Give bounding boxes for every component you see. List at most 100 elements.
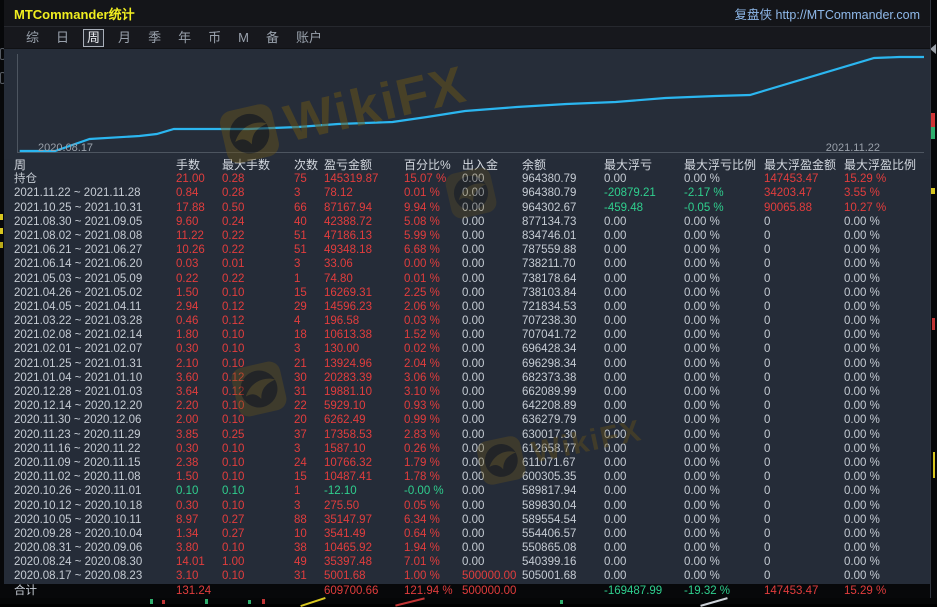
- brand-link[interactable]: 复盘侠 http://MTCommander.com: [735, 4, 920, 23]
- table-cell: -19.32 %: [684, 584, 764, 598]
- table-cell: 4: [294, 314, 324, 328]
- table-cell: 145319.87: [324, 172, 404, 186]
- table-cell: 0.00 %: [684, 215, 764, 229]
- table-cell: 0.00: [604, 428, 684, 442]
- table-cell: 0.22: [222, 229, 294, 243]
- column-header[interactable]: 最大浮盈比例: [844, 158, 930, 172]
- table-cell: 2021.03.22 ~ 2021.03.28: [14, 314, 176, 328]
- column-header[interactable]: 出入金: [462, 158, 522, 172]
- menu-item-月[interactable]: 月: [115, 30, 134, 46]
- menu-item-日[interactable]: 日: [53, 30, 72, 46]
- table-row[interactable]: 2021.02.01 ~ 2021.02.070.300.103130.000.…: [4, 342, 930, 356]
- table-row[interactable]: 2021.10.25 ~ 2021.10.3117.880.506687167.…: [4, 201, 930, 215]
- table-cell: 682373.38: [522, 371, 604, 385]
- table-row[interactable]: 2021.08.30 ~ 2021.09.059.600.244042388.7…: [4, 215, 930, 229]
- chart-start-date-label: 2020.08.17: [38, 142, 93, 154]
- table-row[interactable]: 2021.01.25 ~ 2021.01.312.100.102113924.9…: [4, 357, 930, 371]
- column-header[interactable]: 最大浮盈金额: [764, 158, 844, 172]
- table-cell: -0.05 %: [684, 201, 764, 215]
- table-row[interactable]: 2020.08.24 ~ 2020.08.3014.011.004935397.…: [4, 555, 930, 569]
- table-cell: 0.00: [462, 385, 522, 399]
- menu-item-年[interactable]: 年: [175, 30, 194, 46]
- table-cell: 0.10: [222, 541, 294, 555]
- table-cell: 0.26 %: [404, 442, 462, 456]
- table-cell: 5.08 %: [404, 215, 462, 229]
- table-row[interactable]: 2020.11.16 ~ 2020.11.220.300.1031587.100…: [4, 442, 930, 456]
- weekly-stats-table[interactable]: 周手数最大手数次数盈亏金额百分比%出入金余额最大浮亏最大浮亏比例最大浮盈金额最大…: [4, 158, 930, 598]
- table-cell: 3: [294, 499, 324, 513]
- table-cell: 11.22: [176, 229, 222, 243]
- table-cell: 0.00: [604, 456, 684, 470]
- table-row[interactable]: 2021.03.22 ~ 2021.03.280.460.124196.580.…: [4, 314, 930, 328]
- menu-item-周[interactable]: 周: [83, 29, 104, 47]
- table-row[interactable]: 2021.11.22 ~ 2021.11.280.840.28378.120.0…: [4, 186, 930, 200]
- column-header[interactable]: 盈亏金额: [324, 158, 404, 172]
- menu-item-M[interactable]: M: [235, 30, 252, 46]
- table-cell: 0.00 %: [844, 569, 930, 583]
- table-row[interactable]: 2020.11.02 ~ 2020.11.081.500.101510487.4…: [4, 470, 930, 484]
- table-row[interactable]: 2020.12.28 ~ 2021.01.033.640.123119881.1…: [4, 385, 930, 399]
- table-row[interactable]: 2020.10.26 ~ 2020.11.010.100.101-12.10-0…: [4, 484, 930, 498]
- table-cell: 0.00 %: [844, 413, 930, 427]
- table-row[interactable]: 2021.05.03 ~ 2021.05.090.220.22174.800.0…: [4, 272, 930, 286]
- table-cell: 2020.08.17 ~ 2020.08.23: [14, 569, 176, 583]
- table-cell: 2020.12.28 ~ 2021.01.03: [14, 385, 176, 399]
- table-cell: 17358.53: [324, 428, 404, 442]
- column-header[interactable]: 百分比%: [404, 158, 462, 172]
- column-header[interactable]: 最大手数: [222, 158, 294, 172]
- background-candle-fragment: [150, 599, 153, 604]
- table-cell: 20: [294, 413, 324, 427]
- column-header[interactable]: 最大浮亏: [604, 158, 684, 172]
- table-cell: 10487.41: [324, 470, 404, 484]
- table-row[interactable]: 2020.10.05 ~ 2020.10.118.970.278835147.9…: [4, 513, 930, 527]
- menu-item-备[interactable]: 备: [263, 30, 282, 46]
- table-row[interactable]: 2021.06.21 ~ 2021.06.2710.260.225149348.…: [4, 243, 930, 257]
- table-cell: 78.12: [324, 186, 404, 200]
- table-cell: 0.00 %: [684, 357, 764, 371]
- table-row[interactable]: 2020.11.09 ~ 2020.11.152.380.102410766.3…: [4, 456, 930, 470]
- table-cell: 1.00: [222, 555, 294, 569]
- table-cell: 196.58: [324, 314, 404, 328]
- table-cell: -0.00 %: [404, 484, 462, 498]
- menu-item-综[interactable]: 综: [23, 30, 42, 46]
- table-row[interactable]: 2021.01.04 ~ 2021.01.103.600.123020283.3…: [4, 371, 930, 385]
- table-row[interactable]: 2021.06.14 ~ 2021.06.200.030.01333.060.0…: [4, 257, 930, 271]
- table-cell: 0.30: [176, 342, 222, 356]
- table-cell: 49348.18: [324, 243, 404, 257]
- table-cell: 787559.88: [522, 243, 604, 257]
- table-row[interactable]: 2020.11.30 ~ 2020.12.062.000.10206262.49…: [4, 413, 930, 427]
- table-cell: 15.29 %: [844, 172, 930, 186]
- table-row[interactable]: 2020.12.14 ~ 2020.12.202.200.10225929.10…: [4, 399, 930, 413]
- menu-item-币[interactable]: 币: [205, 30, 224, 46]
- column-header[interactable]: 次数: [294, 158, 324, 172]
- table-row[interactable]: 2020.08.17 ~ 2020.08.233.100.10315001.68…: [4, 569, 930, 583]
- table-cell: 0.00 %: [844, 272, 930, 286]
- table-row[interactable]: 2020.10.12 ~ 2020.10.180.300.103275.500.…: [4, 499, 930, 513]
- table-cell: 0.10: [222, 499, 294, 513]
- table-cell: 0: [764, 499, 844, 513]
- menu-item-季[interactable]: 季: [145, 30, 164, 46]
- table-row[interactable]: 2021.04.26 ~ 2021.05.021.500.101516269.3…: [4, 286, 930, 300]
- table-cell: 2021.06.21 ~ 2021.06.27: [14, 243, 176, 257]
- table-cell: 3.64: [176, 385, 222, 399]
- column-header[interactable]: 余额: [522, 158, 604, 172]
- column-header[interactable]: 周: [14, 158, 176, 172]
- table-row[interactable]: 2020.09.28 ~ 2020.10.041.340.27103541.49…: [4, 527, 930, 541]
- table-row[interactable]: 持仓21.000.2875145319.8715.07 %0.00964380.…: [4, 172, 930, 186]
- table-total-row[interactable]: 合计131.24609700.66121.94 %500000.00-16948…: [4, 584, 930, 598]
- table-cell: 738211.70: [522, 257, 604, 271]
- table-cell: 0.00 %: [684, 257, 764, 271]
- table-row[interactable]: 2021.04.05 ~ 2021.04.112.940.122914596.2…: [4, 300, 930, 314]
- table-row[interactable]: 2021.08.02 ~ 2021.08.0811.220.225147186.…: [4, 229, 930, 243]
- table-cell: 2021.10.25 ~ 2021.10.31: [14, 201, 176, 215]
- table-row[interactable]: 2020.08.31 ~ 2020.09.063.800.103810465.9…: [4, 541, 930, 555]
- menu-item-账户[interactable]: 账户: [293, 30, 325, 46]
- table-row[interactable]: 2020.11.23 ~ 2020.11.293.850.253717358.5…: [4, 428, 930, 442]
- table-cell: 554406.57: [522, 527, 604, 541]
- column-header[interactable]: 手数: [176, 158, 222, 172]
- table-cell: 47186.13: [324, 229, 404, 243]
- column-header[interactable]: 最大浮亏比例: [684, 158, 764, 172]
- table-cell: 0.03 %: [404, 314, 462, 328]
- table-cell: 0.00: [604, 328, 684, 342]
- table-row[interactable]: 2021.02.08 ~ 2021.02.141.800.101810613.3…: [4, 328, 930, 342]
